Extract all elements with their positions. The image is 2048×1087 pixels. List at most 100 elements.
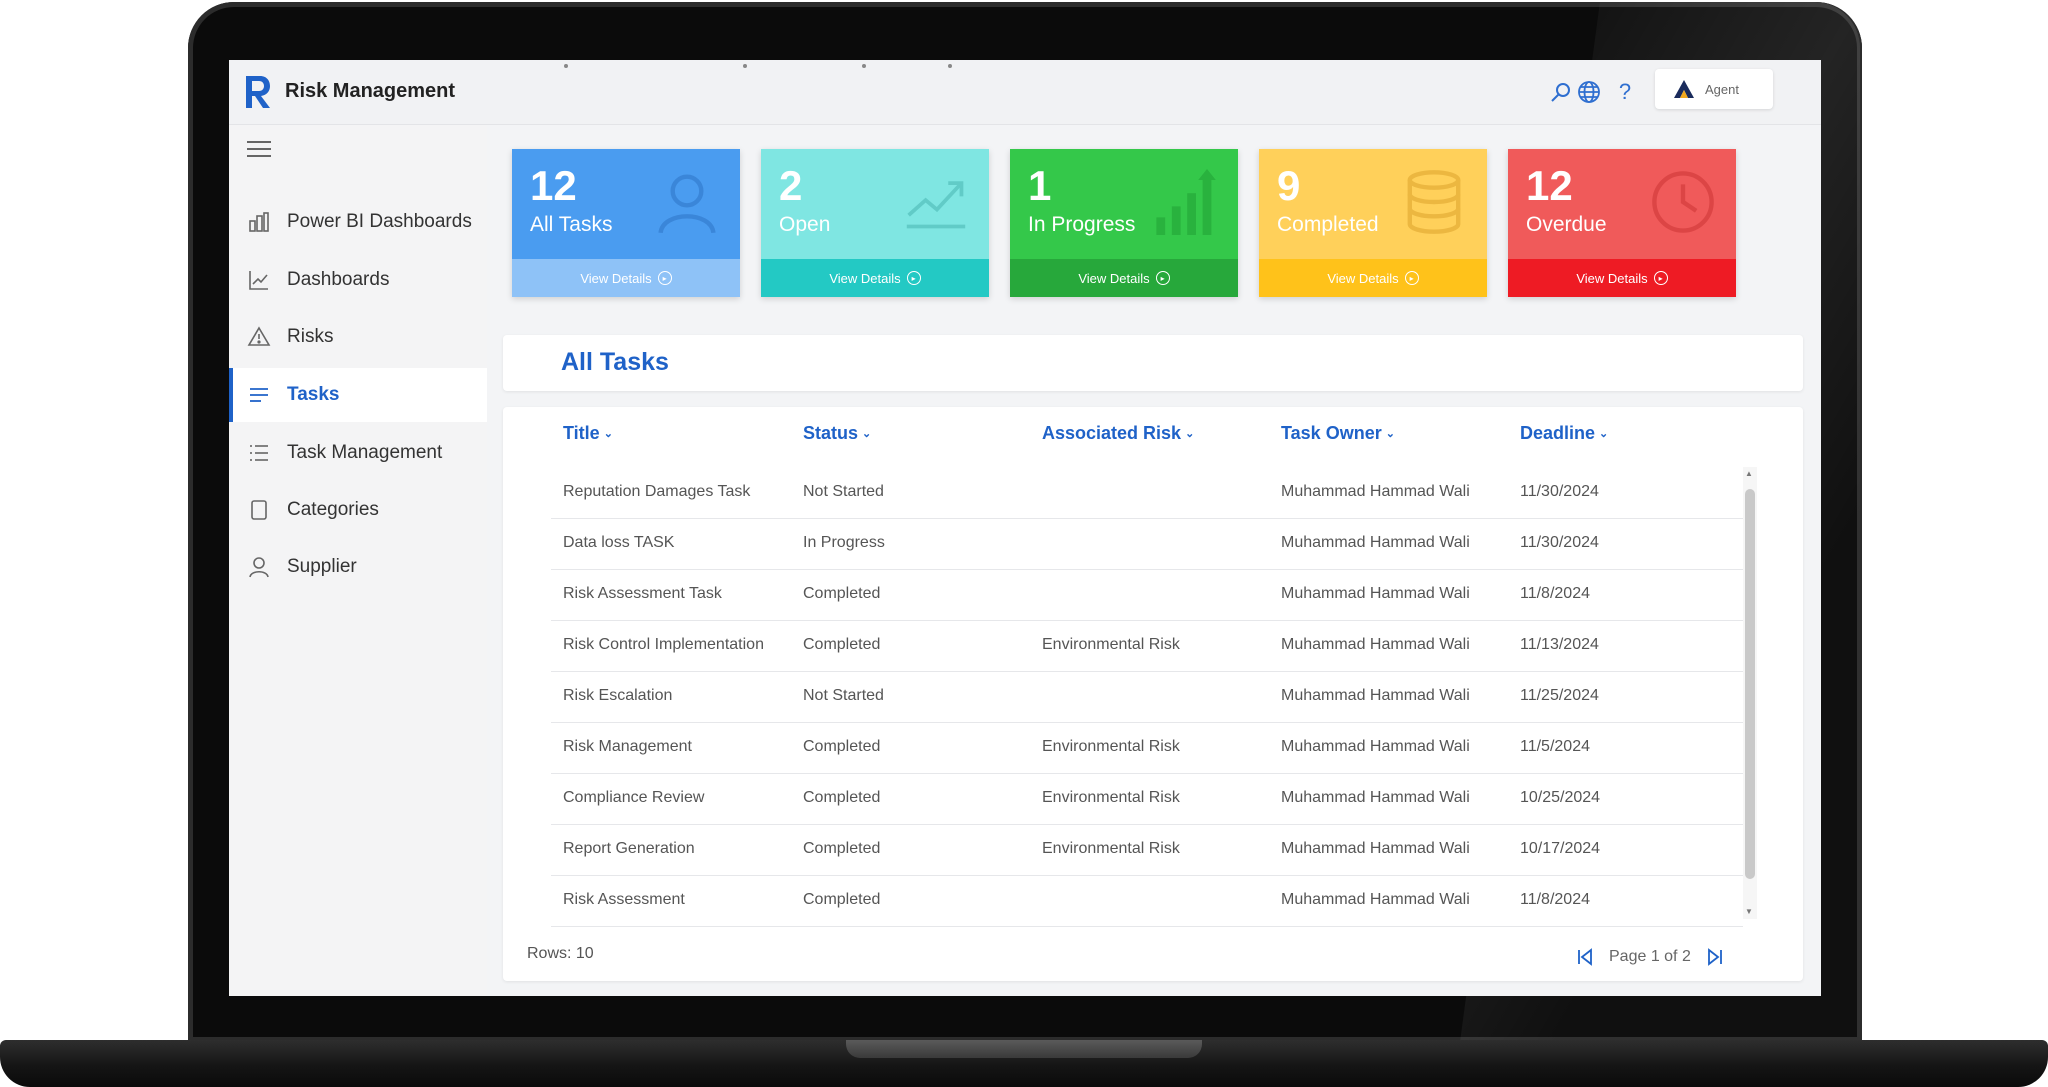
- card-value: 12: [530, 162, 577, 209]
- view-details-label: View Details: [1078, 270, 1150, 286]
- cell-title: Report Generation: [563, 840, 695, 857]
- sidebar-item-power-bi-dashboards[interactable]: Power BI Dashboards: [229, 195, 487, 249]
- card-label: In Progress: [1028, 213, 1136, 236]
- sidebar-item-categories[interactable]: Categories: [229, 483, 487, 537]
- column-header-title[interactable]: Title ⌄: [563, 423, 613, 444]
- cell-status: Completed: [803, 585, 881, 602]
- search-icon[interactable]: [1549, 80, 1573, 104]
- cell-status: In Progress: [803, 534, 885, 551]
- card-label: Open: [779, 213, 831, 236]
- decor-dot: [743, 64, 747, 68]
- help-icon[interactable]: ?: [1613, 80, 1637, 104]
- view-details-link[interactable]: View Details ▸: [1259, 259, 1487, 297]
- cell-deadline: 10/17/2024: [1520, 840, 1601, 857]
- bars-up-icon: [1156, 169, 1216, 235]
- cell-task-owner: Muhammad Hammad Wali: [1281, 585, 1470, 602]
- agent-button[interactable]: Agent: [1655, 69, 1773, 109]
- sidebar-item-label: Supplier: [287, 556, 357, 577]
- chevron-down-icon: ⌄: [1185, 428, 1195, 440]
- view-details-link[interactable]: View Details ▸: [1508, 259, 1736, 297]
- view-details-label: View Details: [1327, 270, 1399, 286]
- chevron-down-icon: ⌄: [1599, 428, 1609, 440]
- menu-toggle-icon[interactable]: [247, 141, 271, 159]
- stat-card-completed[interactable]: 9 Completed View Details ▸: [1259, 149, 1487, 297]
- view-details-link[interactable]: View Details ▸: [512, 259, 740, 297]
- decor-dot: [862, 64, 866, 68]
- sidebar-item-task-management[interactable]: Task Management: [229, 426, 487, 480]
- cell-title: Reputation Damages Task: [563, 483, 751, 500]
- cell-status: Completed: [803, 738, 881, 755]
- table-row[interactable]: Risk Management Completed Environmental …: [551, 722, 1743, 774]
- cell-task-owner: Muhammad Hammad Wali: [1281, 687, 1470, 704]
- table-row[interactable]: Risk Assessment Completed Muhammad Hamma…: [551, 875, 1743, 927]
- cell-title: Risk Management: [563, 738, 692, 755]
- sidebar-item-label: Categories: [287, 499, 379, 520]
- stat-card-overdue[interactable]: 12 Overdue View Details ▸: [1508, 149, 1736, 297]
- column-header-label: Task Owner: [1281, 423, 1382, 443]
- chevron-down-icon: ⌄: [603, 428, 613, 440]
- cell-associated-risk: Environmental Risk: [1042, 789, 1180, 806]
- line-chart-icon: [249, 271, 268, 290]
- table-row[interactable]: Risk Assessment Task Completed Muhammad …: [551, 569, 1743, 621]
- column-header-status[interactable]: Status ⌄: [803, 423, 871, 444]
- stat-card-in-progress[interactable]: 1 In Progress View Details ▸: [1010, 149, 1238, 297]
- cell-task-owner: Muhammad Hammad Wali: [1281, 789, 1470, 806]
- table-row[interactable]: Data loss TASK In Progress Muhammad Hamm…: [551, 518, 1743, 570]
- last-page-icon[interactable]: [1705, 947, 1725, 967]
- column-header-label: Associated Risk: [1042, 423, 1182, 443]
- column-header-associated-risk[interactable]: Associated Risk ⌄: [1042, 423, 1194, 444]
- view-details-link[interactable]: View Details ▸: [1010, 259, 1238, 297]
- sidebar-item-tasks[interactable]: Tasks: [229, 368, 487, 422]
- cell-deadline: 11/8/2024: [1520, 891, 1590, 908]
- arrow-circle-icon: ▸: [906, 271, 921, 285]
- cell-status: Not Started: [803, 687, 884, 704]
- chevron-down-icon: ⌄: [1385, 428, 1395, 440]
- cell-title: Compliance Review: [563, 789, 705, 806]
- top-bar: Risk Management ? Agent: [229, 60, 1821, 125]
- stat-card-all-tasks[interactable]: 12 All Tasks View Details ▸: [512, 149, 740, 297]
- cell-task-owner: Muhammad Hammad Wali: [1281, 738, 1470, 755]
- view-details-link[interactable]: View Details ▸: [761, 259, 989, 297]
- globe-icon[interactable]: [1577, 80, 1601, 104]
- arrow-circle-icon: ▸: [657, 271, 672, 285]
- sidebar-item-dashboards[interactable]: Dashboards: [229, 253, 487, 307]
- cell-task-owner: Muhammad Hammad Wali: [1281, 483, 1470, 500]
- scroll-up-icon[interactable]: ▲: [1745, 469, 1753, 478]
- page-icon: [251, 500, 267, 520]
- cell-deadline: 11/5/2024: [1520, 738, 1590, 755]
- sidebar-item-label: Power BI Dashboards: [287, 211, 472, 232]
- sidebar-item-supplier[interactable]: Supplier: [229, 540, 487, 594]
- warning-icon: [247, 326, 271, 346]
- cell-deadline: 11/30/2024: [1520, 483, 1599, 500]
- trend-icon: [906, 181, 966, 229]
- column-header-deadline[interactable]: Deadline ⌄: [1520, 423, 1608, 444]
- stat-card-open[interactable]: 2 Open View Details ▸: [761, 149, 989, 297]
- view-details-label: View Details: [580, 270, 652, 286]
- user-icon: [658, 174, 716, 234]
- column-header-task-owner[interactable]: Task Owner ⌄: [1281, 423, 1395, 444]
- table-row[interactable]: Risk Control Implementation Completed En…: [551, 620, 1743, 672]
- card-value: 9: [1277, 162, 1301, 209]
- cell-title: Data loss TASK: [563, 534, 675, 551]
- card-label: All Tasks: [530, 213, 613, 236]
- scrollbar-thumb[interactable]: [1745, 489, 1755, 879]
- view-details-label: View Details: [829, 270, 901, 286]
- sidebar-item-label: Tasks: [287, 384, 340, 405]
- sidebar-item-risks[interactable]: Risks: [229, 310, 487, 364]
- rows-count: Rows: 10: [527, 945, 594, 962]
- clock-icon: [1652, 171, 1714, 233]
- app-screen: Risk Management ? Agent Power BI Dashboa…: [229, 60, 1821, 996]
- decor-dot: [948, 64, 952, 68]
- laptop-notch: [846, 1040, 1202, 1058]
- table-row[interactable]: Report Generation Completed Environmenta…: [551, 824, 1743, 876]
- cell-status: Completed: [803, 636, 881, 653]
- table-row[interactable]: Risk Escalation Not Started Muhammad Ham…: [551, 671, 1743, 723]
- column-header-label: Title: [563, 423, 600, 443]
- table-row[interactable]: Reputation Damages Task Not Started Muha…: [551, 467, 1743, 519]
- first-page-icon[interactable]: [1575, 947, 1595, 967]
- vertical-scrollbar[interactable]: ▲ ▼: [1743, 467, 1757, 919]
- table-row[interactable]: Compliance Review Completed Environmenta…: [551, 773, 1743, 825]
- card-label: Completed: [1277, 213, 1379, 236]
- cell-task-owner: Muhammad Hammad Wali: [1281, 534, 1470, 551]
- scroll-down-icon[interactable]: ▼: [1745, 907, 1753, 916]
